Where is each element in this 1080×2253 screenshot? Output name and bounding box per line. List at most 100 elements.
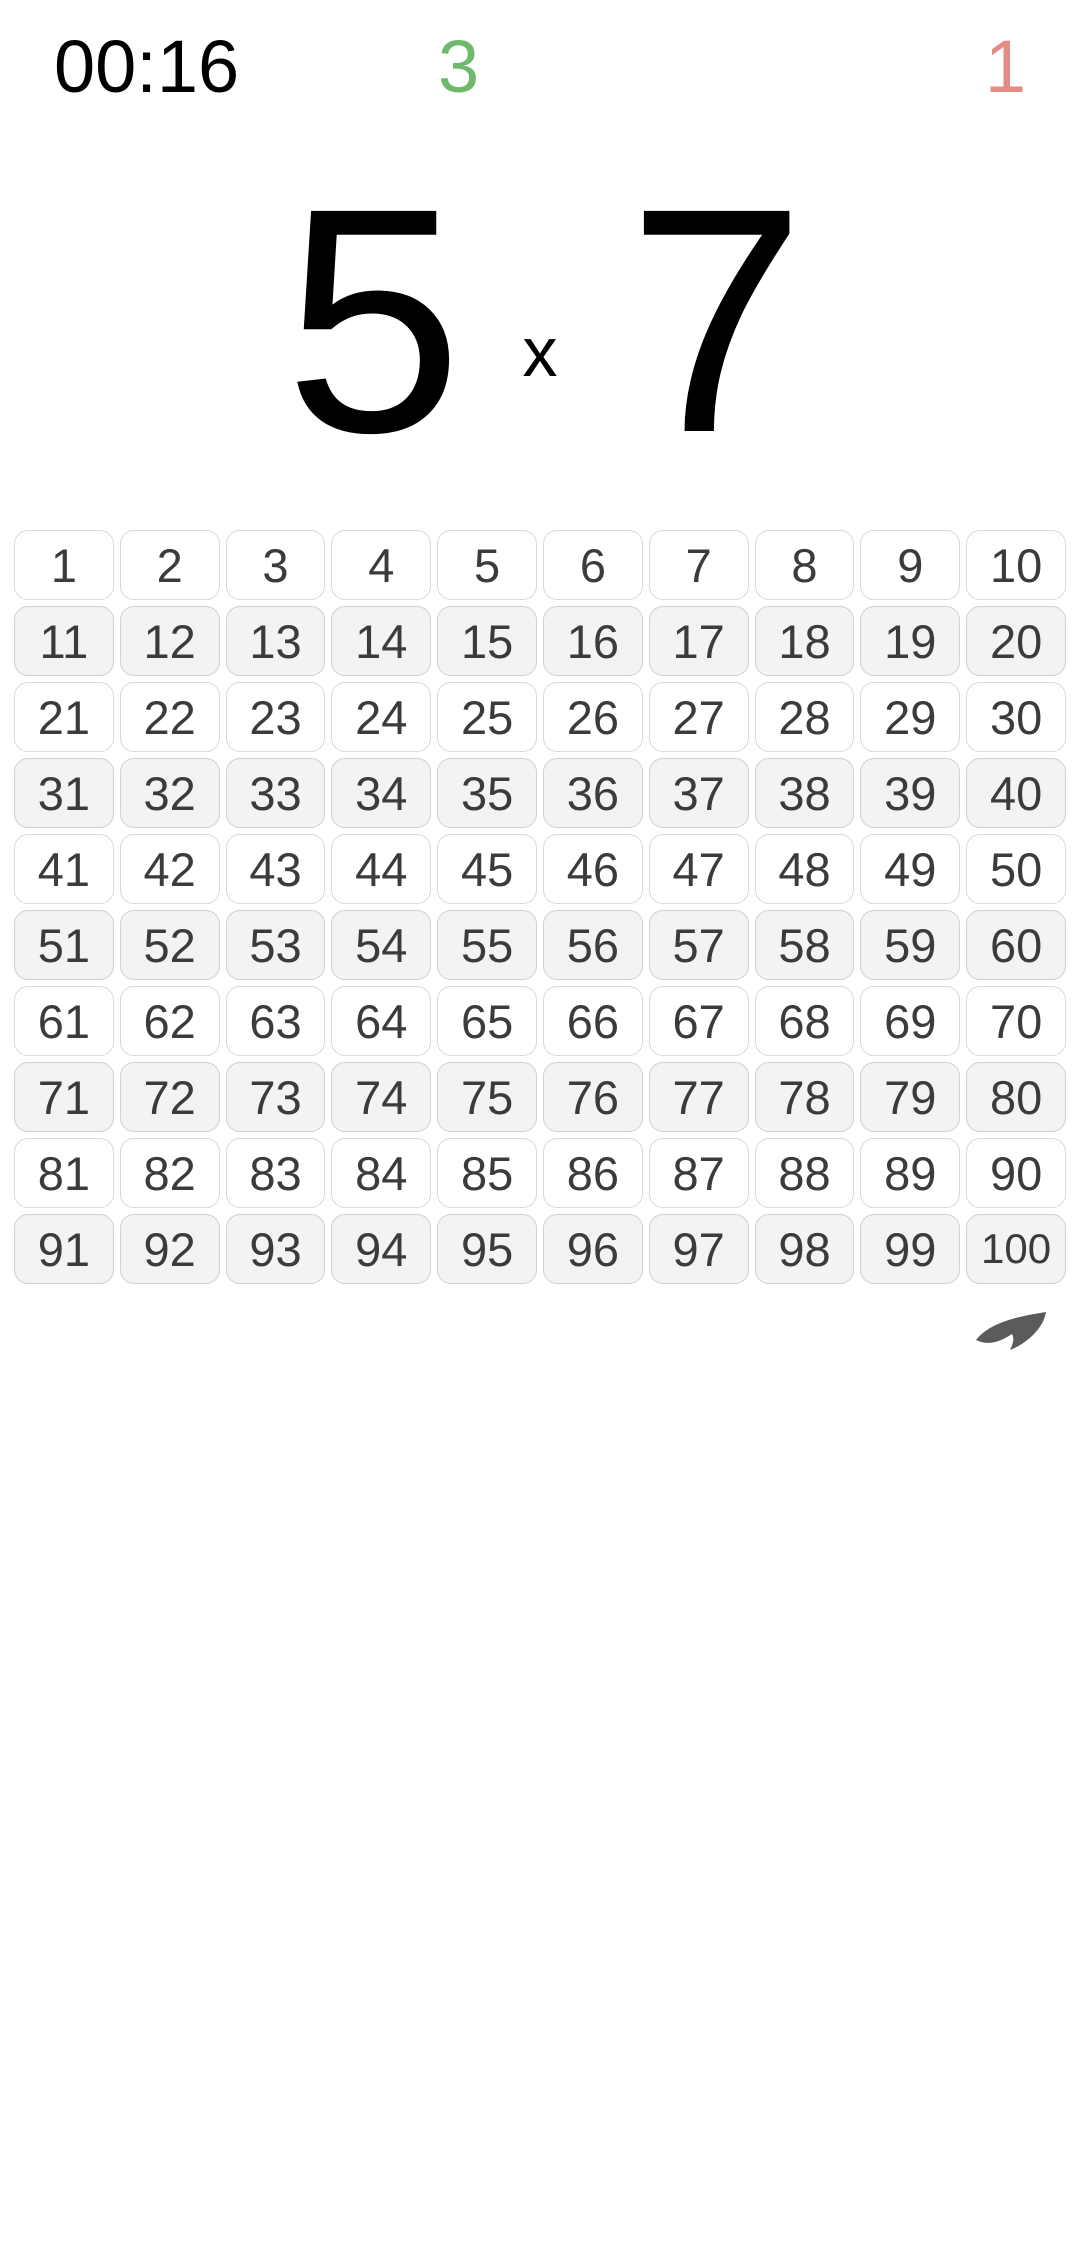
answer-cell-56[interactable]: 56 — [543, 910, 643, 980]
answer-cell-30[interactable]: 30 — [966, 682, 1066, 752]
answer-cell-40[interactable]: 40 — [966, 758, 1066, 828]
answer-cell-57[interactable]: 57 — [649, 910, 749, 980]
answer-cell-94[interactable]: 94 — [331, 1214, 431, 1284]
answer-cell-76[interactable]: 76 — [543, 1062, 643, 1132]
answer-cell-20[interactable]: 20 — [966, 606, 1066, 676]
answer-cell-13[interactable]: 13 — [226, 606, 326, 676]
answer-cell-71[interactable]: 71 — [14, 1062, 114, 1132]
answer-cell-34[interactable]: 34 — [331, 758, 431, 828]
answer-cell-3[interactable]: 3 — [226, 530, 326, 600]
answer-cell-43[interactable]: 43 — [226, 834, 326, 904]
answer-cell-90[interactable]: 90 — [966, 1138, 1066, 1208]
answer-cell-32[interactable]: 32 — [120, 758, 220, 828]
answer-cell-68[interactable]: 68 — [755, 986, 855, 1056]
answer-cell-97[interactable]: 97 — [649, 1214, 749, 1284]
answer-cell-50[interactable]: 50 — [966, 834, 1066, 904]
answer-cell-33[interactable]: 33 — [226, 758, 326, 828]
answer-cell-54[interactable]: 54 — [331, 910, 431, 980]
answer-cell-18[interactable]: 18 — [755, 606, 855, 676]
answer-cell-100[interactable]: 100 — [966, 1214, 1066, 1284]
answer-cell-38[interactable]: 38 — [755, 758, 855, 828]
answer-cell-91[interactable]: 91 — [14, 1214, 114, 1284]
answer-cell-53[interactable]: 53 — [226, 910, 326, 980]
answer-cell-31[interactable]: 31 — [14, 758, 114, 828]
answer-cell-5[interactable]: 5 — [437, 530, 537, 600]
answer-cell-25[interactable]: 25 — [437, 682, 537, 752]
answer-cell-22[interactable]: 22 — [120, 682, 220, 752]
answer-cell-79[interactable]: 79 — [860, 1062, 960, 1132]
answer-cell-64[interactable]: 64 — [331, 986, 431, 1056]
answer-cell-67[interactable]: 67 — [649, 986, 749, 1056]
answer-cell-41[interactable]: 41 — [14, 834, 114, 904]
answer-cell-88[interactable]: 88 — [755, 1138, 855, 1208]
answer-cell-51[interactable]: 51 — [14, 910, 114, 980]
answer-cell-49[interactable]: 49 — [860, 834, 960, 904]
answer-cell-82[interactable]: 82 — [120, 1138, 220, 1208]
answer-cell-2[interactable]: 2 — [120, 530, 220, 600]
answer-cell-65[interactable]: 65 — [437, 986, 537, 1056]
answer-cell-80[interactable]: 80 — [966, 1062, 1066, 1132]
answer-cell-99[interactable]: 99 — [860, 1214, 960, 1284]
answer-cell-10[interactable]: 10 — [966, 530, 1066, 600]
answer-cell-66[interactable]: 66 — [543, 986, 643, 1056]
answer-cell-42[interactable]: 42 — [120, 834, 220, 904]
answer-cell-9[interactable]: 9 — [860, 530, 960, 600]
answer-cell-78[interactable]: 78 — [755, 1062, 855, 1132]
answer-cell-74[interactable]: 74 — [331, 1062, 431, 1132]
answer-cell-86[interactable]: 86 — [543, 1138, 643, 1208]
answer-cell-16[interactable]: 16 — [543, 606, 643, 676]
answer-cell-85[interactable]: 85 — [437, 1138, 537, 1208]
answer-cell-63[interactable]: 63 — [226, 986, 326, 1056]
back-button[interactable] — [970, 1302, 1052, 1362]
answer-cell-75[interactable]: 75 — [437, 1062, 537, 1132]
answer-cell-59[interactable]: 59 — [860, 910, 960, 980]
answer-cell-55[interactable]: 55 — [437, 910, 537, 980]
answer-cell-61[interactable]: 61 — [14, 986, 114, 1056]
answer-cell-84[interactable]: 84 — [331, 1138, 431, 1208]
answer-cell-23[interactable]: 23 — [226, 682, 326, 752]
answer-cell-93[interactable]: 93 — [226, 1214, 326, 1284]
answer-cell-14[interactable]: 14 — [331, 606, 431, 676]
answer-cell-24[interactable]: 24 — [331, 682, 431, 752]
answer-cell-48[interactable]: 48 — [755, 834, 855, 904]
answer-cell-58[interactable]: 58 — [755, 910, 855, 980]
answer-cell-12[interactable]: 12 — [120, 606, 220, 676]
answer-cell-89[interactable]: 89 — [860, 1138, 960, 1208]
answer-cell-72[interactable]: 72 — [120, 1062, 220, 1132]
answer-cell-83[interactable]: 83 — [226, 1138, 326, 1208]
answer-cell-70[interactable]: 70 — [966, 986, 1066, 1056]
answer-cell-19[interactable]: 19 — [860, 606, 960, 676]
answer-cell-1[interactable]: 1 — [14, 530, 114, 600]
answer-cell-77[interactable]: 77 — [649, 1062, 749, 1132]
answer-cell-62[interactable]: 62 — [120, 986, 220, 1056]
answer-cell-44[interactable]: 44 — [331, 834, 431, 904]
answer-cell-35[interactable]: 35 — [437, 758, 537, 828]
answer-cell-4[interactable]: 4 — [331, 530, 431, 600]
answer-cell-98[interactable]: 98 — [755, 1214, 855, 1284]
answer-cell-7[interactable]: 7 — [649, 530, 749, 600]
answer-cell-73[interactable]: 73 — [226, 1062, 326, 1132]
answer-cell-69[interactable]: 69 — [860, 986, 960, 1056]
answer-cell-27[interactable]: 27 — [649, 682, 749, 752]
answer-cell-46[interactable]: 46 — [543, 834, 643, 904]
answer-cell-52[interactable]: 52 — [120, 910, 220, 980]
answer-cell-60[interactable]: 60 — [966, 910, 1066, 980]
answer-cell-81[interactable]: 81 — [14, 1138, 114, 1208]
answer-cell-95[interactable]: 95 — [437, 1214, 537, 1284]
answer-cell-21[interactable]: 21 — [14, 682, 114, 752]
answer-cell-15[interactable]: 15 — [437, 606, 537, 676]
answer-cell-36[interactable]: 36 — [543, 758, 643, 828]
answer-cell-47[interactable]: 47 — [649, 834, 749, 904]
answer-cell-45[interactable]: 45 — [437, 834, 537, 904]
answer-cell-28[interactable]: 28 — [755, 682, 855, 752]
answer-cell-11[interactable]: 11 — [14, 606, 114, 676]
answer-cell-37[interactable]: 37 — [649, 758, 749, 828]
answer-cell-92[interactable]: 92 — [120, 1214, 220, 1284]
answer-cell-96[interactable]: 96 — [543, 1214, 643, 1284]
answer-cell-29[interactable]: 29 — [860, 682, 960, 752]
answer-cell-26[interactable]: 26 — [543, 682, 643, 752]
answer-cell-87[interactable]: 87 — [649, 1138, 749, 1208]
answer-cell-6[interactable]: 6 — [543, 530, 643, 600]
answer-cell-17[interactable]: 17 — [649, 606, 749, 676]
answer-cell-39[interactable]: 39 — [860, 758, 960, 828]
